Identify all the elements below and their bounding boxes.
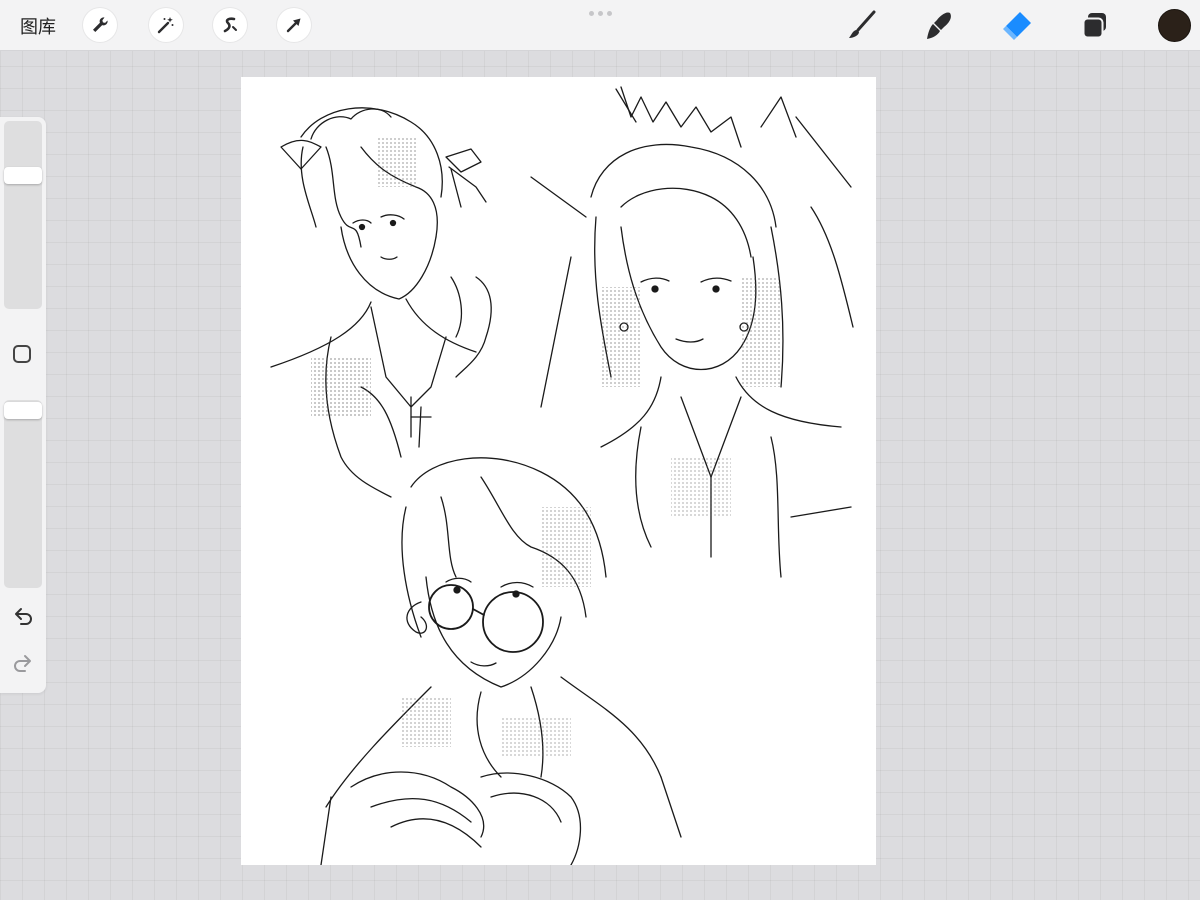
transform-button[interactable] <box>277 8 311 42</box>
smudge-icon <box>927 12 951 39</box>
modify-button[interactable] <box>13 345 31 363</box>
left-sidebar <box>0 117 46 693</box>
opacity-slider[interactable] <box>4 400 42 588</box>
transform-arrow-icon <box>286 18 301 33</box>
layers-button[interactable] <box>1076 6 1114 44</box>
brush-size-slider[interactable] <box>4 121 42 309</box>
magic-wand-icon <box>157 17 174 34</box>
opacity-thumb[interactable] <box>4 402 42 419</box>
sketch-artwork <box>270 86 854 865</box>
selection-button[interactable] <box>213 8 247 42</box>
actions-button[interactable] <box>83 8 117 42</box>
top-handle[interactable] <box>589 11 612 16</box>
gallery-button[interactable]: 图库 <box>20 13 56 39</box>
eraser-icon <box>1003 12 1031 40</box>
drawing-canvas[interactable] <box>241 77 876 865</box>
brush-tool[interactable] <box>843 6 881 44</box>
eraser-tool[interactable] <box>998 6 1036 44</box>
selection-icon <box>223 17 237 33</box>
redo-icon[interactable] <box>11 652 35 676</box>
figure-bottom <box>320 457 682 865</box>
undo-icon[interactable] <box>11 605 35 629</box>
figure-top-left <box>270 107 492 498</box>
layers-icon <box>1082 13 1106 39</box>
adjustments-button[interactable] <box>149 8 183 42</box>
brush-icon <box>849 10 876 38</box>
color-swatch[interactable] <box>1158 9 1191 42</box>
brush-size-thumb[interactable] <box>4 167 42 184</box>
wrench-icon <box>93 17 108 32</box>
top-toolbar: 图库 <box>0 0 1200 51</box>
smudge-tool[interactable] <box>920 6 958 44</box>
